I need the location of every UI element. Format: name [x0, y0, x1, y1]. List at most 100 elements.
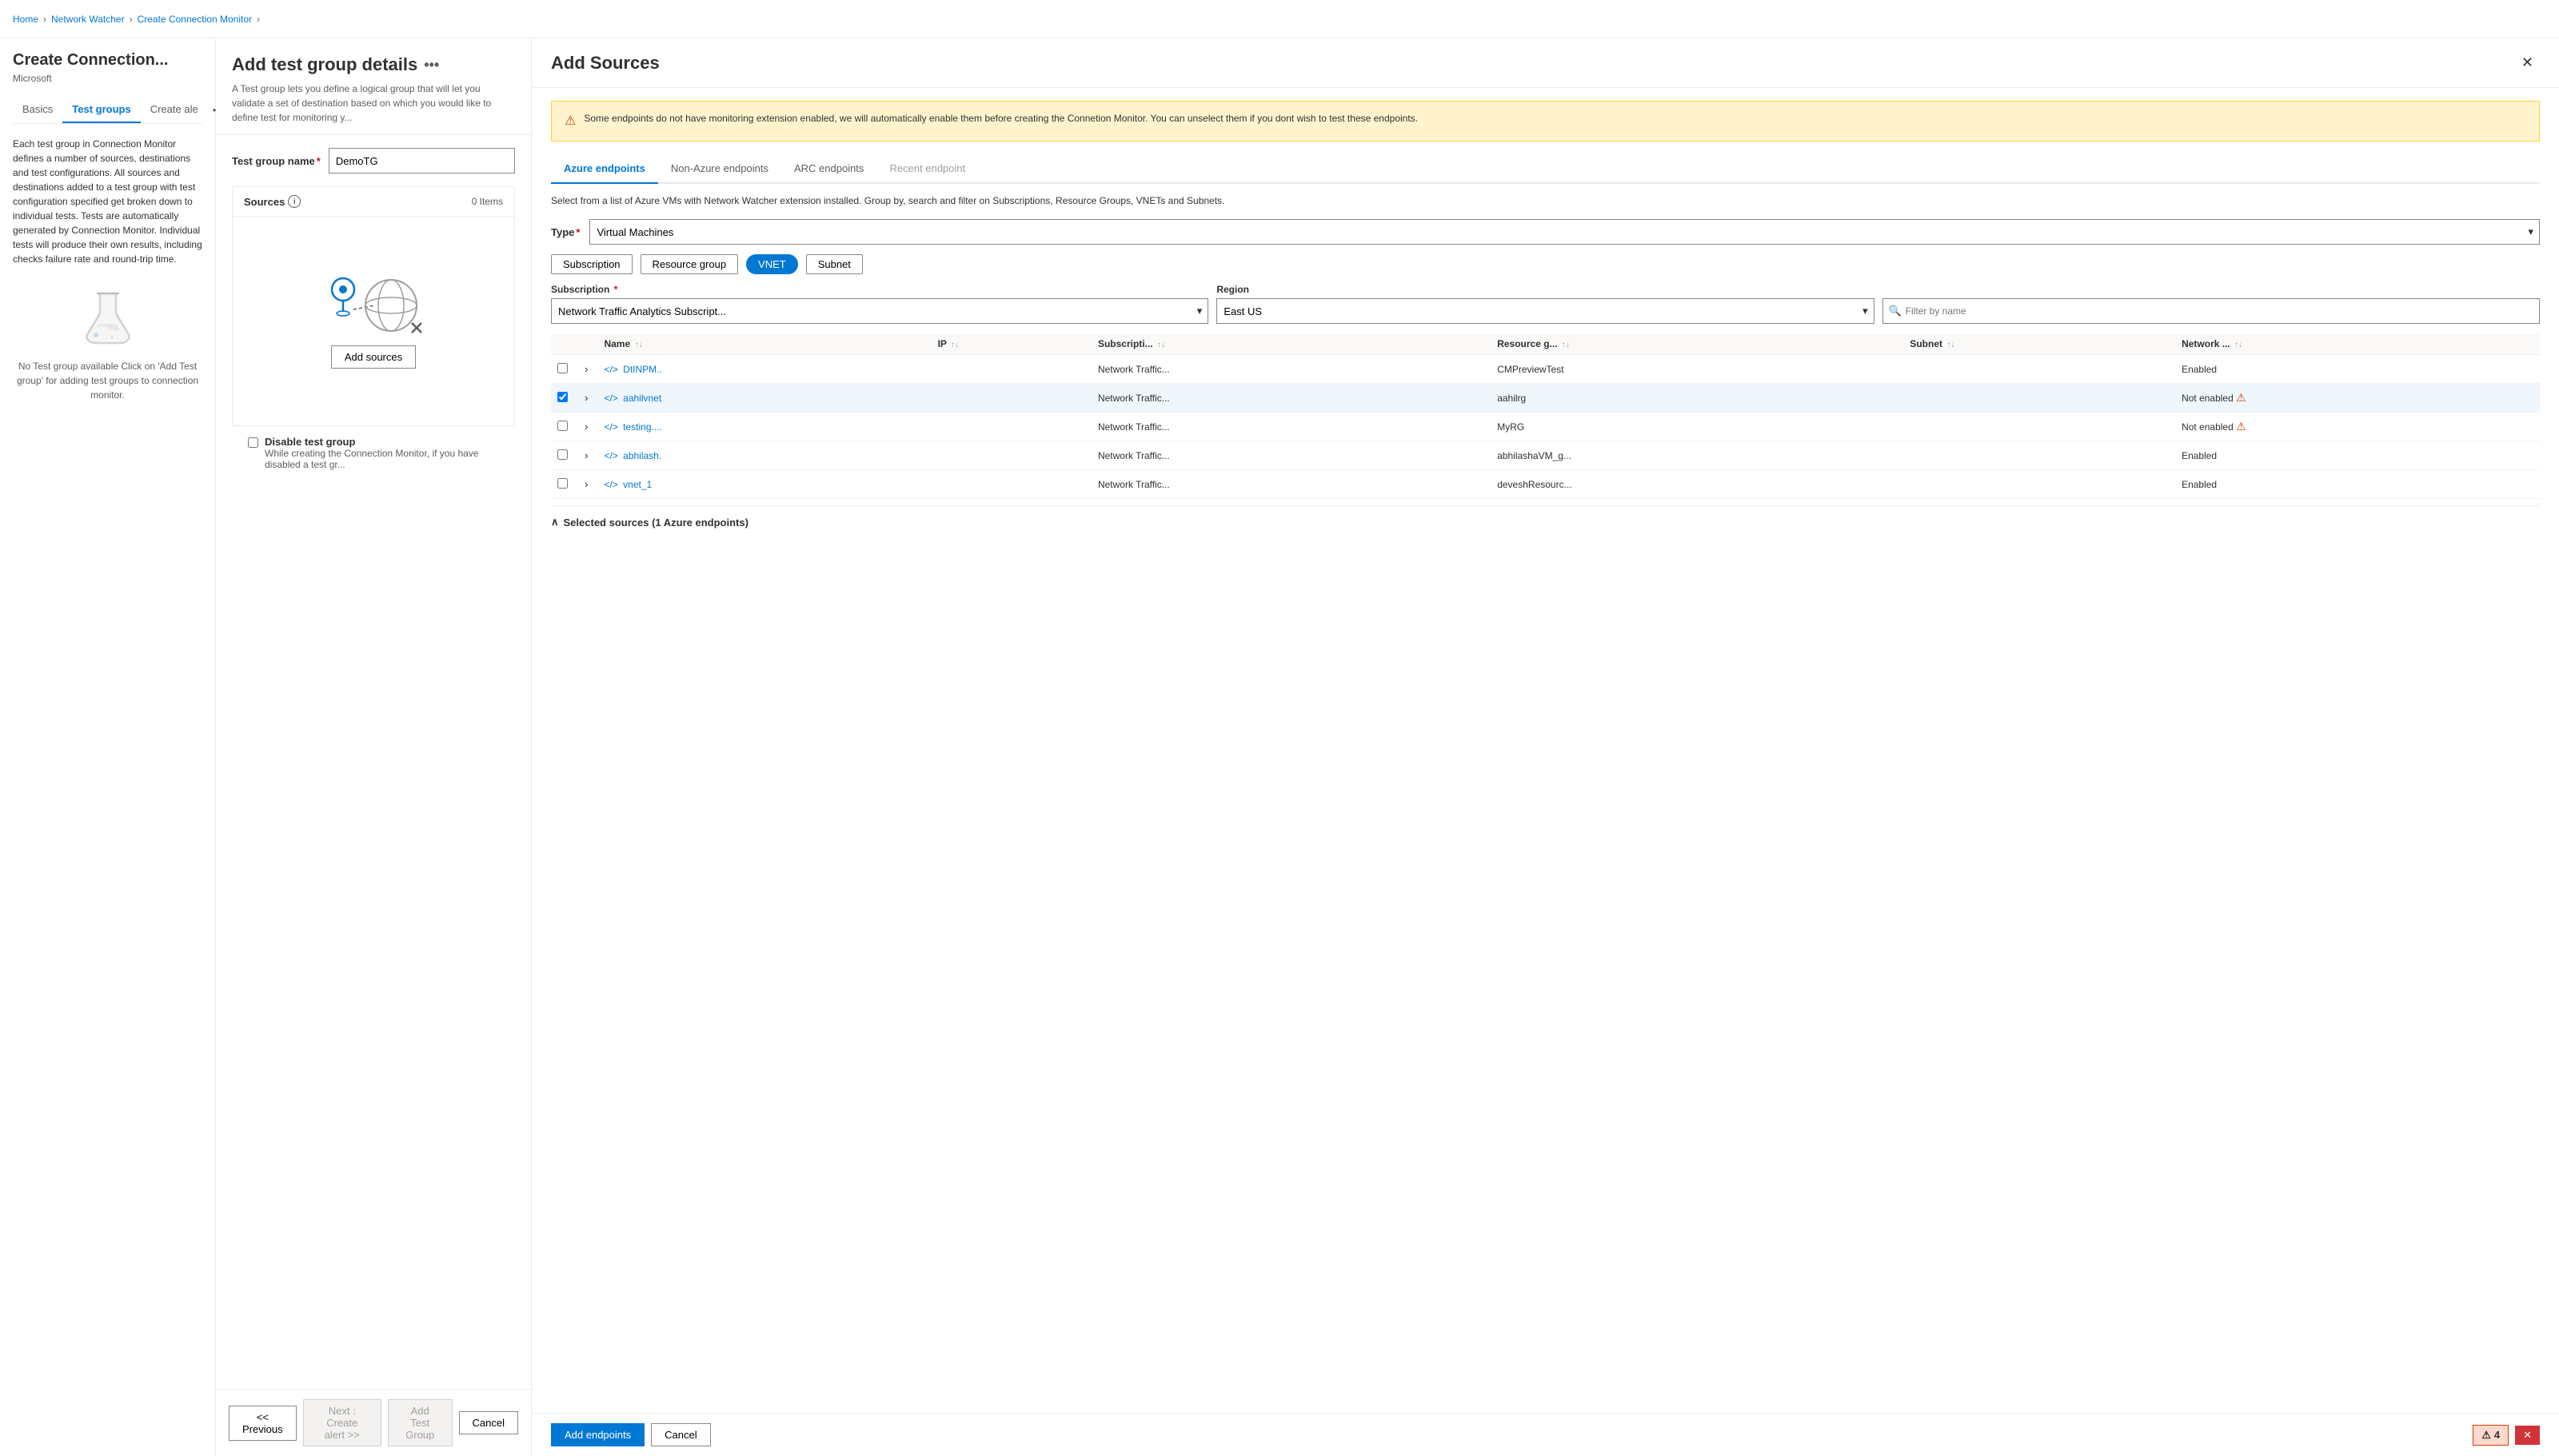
code-icon: </>	[604, 450, 617, 461]
row-expand-cell: ›	[575, 355, 597, 384]
sources-body: Add sources	[233, 217, 514, 417]
ep-tab-arc[interactable]: ARC endpoints	[781, 154, 876, 184]
tab-test-groups[interactable]: Test groups	[62, 97, 140, 123]
panel-body: ⚠ Some endpoints do not have monitoring …	[532, 88, 2559, 1413]
tab-basics[interactable]: Basics	[13, 97, 62, 123]
close-button[interactable]: ✕	[2515, 51, 2540, 74]
center-more-dots[interactable]: •••	[424, 57, 439, 74]
sub-region-row: Subscription * Network Traffic Analytics…	[551, 284, 2540, 324]
search-icon: 🔍	[1889, 305, 1902, 317]
add-test-group-button[interactable]: Add Test Group	[388, 1399, 453, 1446]
table-body: › </> DtINPM.. Network Traffic... CMPrev…	[551, 355, 2540, 499]
row-name-link[interactable]: testing....	[623, 421, 662, 433]
row-expand-button[interactable]: ›	[581, 390, 591, 405]
row-expand-button[interactable]: ›	[581, 419, 591, 434]
breadcrumb-create-connection-monitor[interactable]: Create Connection Monitor	[138, 14, 252, 25]
tab-create-ale[interactable]: Create ale	[141, 97, 208, 123]
row-name-link[interactable]: abhilash.	[623, 450, 661, 461]
selected-sources-label: Selected sources (1 Azure endpoints)	[564, 517, 749, 529]
row-ip-cell	[932, 441, 1092, 470]
filter-subnet-button[interactable]: Subnet	[806, 254, 863, 274]
row-checkbox[interactable]	[557, 449, 568, 460]
disable-test-group-row: Disable test group While creating the Co…	[248, 436, 499, 470]
error-close-button[interactable]: ✕	[2515, 1426, 2540, 1445]
endpoint-tabs: Azure endpoints Non-Azure endpoints ARC …	[551, 154, 2540, 184]
row-network-cell: Enabled	[2175, 470, 2540, 499]
row-checkbox[interactable]	[557, 421, 568, 431]
table-row: › </> aahilvnet Network Traffic... aahil…	[551, 384, 2540, 413]
lab-flask-icon	[76, 285, 140, 349]
breadcrumb-network-watcher[interactable]: Network Watcher	[51, 14, 125, 25]
previous-button[interactable]: << Previous	[229, 1406, 297, 1441]
breadcrumb: Home › Network Watcher › Create Connecti…	[13, 14, 265, 25]
row-subnet-cell	[1903, 384, 2175, 413]
type-select[interactable]: Virtual Machines Scale sets	[589, 219, 2540, 245]
subscription-label: Subscription *	[551, 284, 1208, 295]
row-expand-button[interactable]: ›	[581, 361, 591, 377]
row-resource-group-cell: deveshResourc...	[1491, 470, 1903, 499]
add-endpoints-button[interactable]: Add endpoints	[551, 1423, 645, 1446]
row-name-link[interactable]: vnet_1	[623, 479, 652, 490]
center-body: Test group name* Sources i 0 Items	[216, 135, 531, 1389]
next-button[interactable]: Next : Create alert >>	[303, 1399, 381, 1446]
row-expand-button[interactable]: ›	[581, 448, 591, 463]
row-checkbox[interactable]	[557, 392, 568, 402]
row-subnet-cell	[1903, 413, 2175, 441]
filter-row: Subscription Resource group VNET Subnet	[551, 254, 2540, 274]
filter-subscription-button[interactable]: Subscription	[551, 254, 633, 274]
add-sources-button[interactable]: Add sources	[331, 345, 416, 369]
warning-icon: ⚠	[565, 112, 576, 131]
ep-tab-azure[interactable]: Azure endpoints	[551, 154, 658, 184]
ep-tab-recent[interactable]: Recent endpoint	[876, 154, 978, 184]
row-ip-cell	[932, 413, 1092, 441]
row-expand-cell: ›	[575, 384, 597, 413]
code-icon: </>	[604, 421, 617, 433]
no-group-text: No Test group available Click on 'Add Te…	[13, 359, 202, 402]
row-name-link[interactable]: aahilvnet	[623, 393, 661, 404]
collapse-icon: ∧	[551, 516, 559, 529]
disable-test-group-checkbox[interactable]	[248, 437, 258, 448]
col-network: Network ... ↑↓	[2175, 333, 2540, 355]
row-name-link[interactable]: DtINPM..	[623, 364, 662, 375]
col-subscription: Subscripti... ↑↓	[1092, 333, 1491, 355]
notification-badge[interactable]: ⚠ 4	[2473, 1425, 2509, 1446]
test-group-name-input[interactable]	[329, 148, 515, 174]
filter-resource-group-button[interactable]: Resource group	[641, 254, 739, 274]
row-subnet-cell	[1903, 470, 2175, 499]
cancel-button[interactable]: Cancel	[459, 1411, 518, 1434]
row-subnet-cell	[1903, 441, 2175, 470]
row-ip-cell	[932, 470, 1092, 499]
filter-input-wrapper: 🔍	[1882, 298, 2540, 324]
row-warn-icon: ⚠	[2236, 420, 2246, 433]
nav-tabs: Basics Test groups Create ale •••	[13, 97, 202, 124]
row-subscription-cell: Network Traffic...	[1092, 470, 1491, 499]
breadcrumb-home[interactable]: Home	[13, 14, 38, 25]
sources-title: Sources i	[244, 195, 301, 208]
test-group-name-row: Test group name*	[232, 148, 515, 174]
subscription-select[interactable]: Network Traffic Analytics Subscript...	[551, 298, 1208, 324]
panel-cancel-button[interactable]: Cancel	[651, 1423, 710, 1446]
sources-table: Name ↑↓ IP ↑↓ Subscripti... ↑↓ Resource …	[551, 333, 2540, 499]
row-warn-icon: ⚠	[2236, 391, 2246, 404]
col-checkbox	[551, 333, 575, 355]
row-checkbox[interactable]	[557, 478, 568, 489]
ep-tab-non-azure[interactable]: Non-Azure endpoints	[658, 154, 781, 184]
row-resource-group-cell: aahilrg	[1491, 384, 1903, 413]
row-ip-cell	[932, 355, 1092, 384]
notif-count: 4	[2494, 1429, 2500, 1441]
selected-sources-toggle[interactable]: ∧ Selected sources (1 Azure endpoints)	[551, 516, 2540, 529]
row-network-cell: Not enabled ⚠	[2175, 384, 2540, 413]
disable-test-group-text: Disable test group While creating the Co…	[265, 436, 499, 470]
row-expand-button[interactable]: ›	[581, 477, 591, 492]
row-checkbox[interactable]	[557, 363, 568, 373]
col-subnet: Subnet ↑↓	[1903, 333, 2175, 355]
warning-text: Some endpoints do not have monitoring ex…	[584, 111, 1418, 131]
filter-vnet-button[interactable]: VNET	[746, 254, 798, 274]
table-header-row: Name ↑↓ IP ↑↓ Subscripti... ↑↓ Resource …	[551, 333, 2540, 355]
main-layout: Create Connection... Microsoft Basics Te…	[0, 38, 2559, 1456]
warning-notif-icon: ⚠	[2481, 1429, 2491, 1442]
region-select[interactable]: East US	[1216, 298, 1874, 324]
code-icon: </>	[604, 393, 617, 404]
filter-by-name-input[interactable]	[1882, 298, 2540, 324]
sources-info-icon[interactable]: i	[288, 195, 301, 208]
